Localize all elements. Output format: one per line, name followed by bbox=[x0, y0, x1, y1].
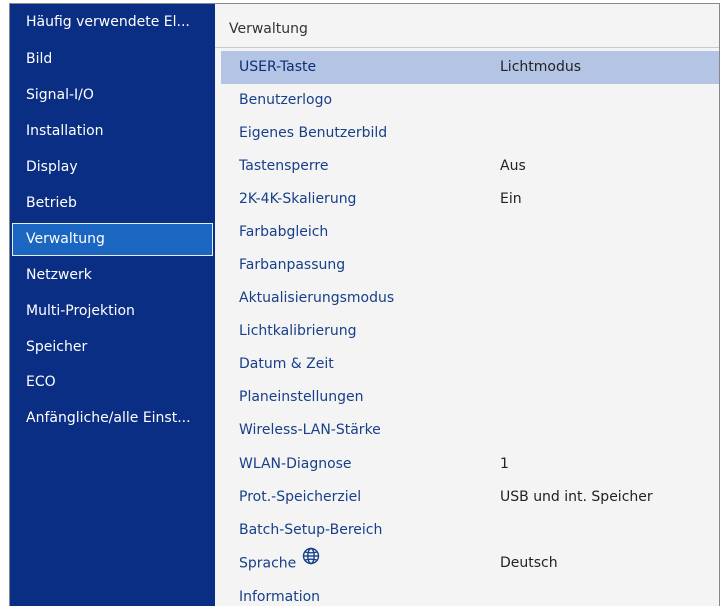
row-label: Aktualisierungsmodus bbox=[239, 290, 395, 306]
row-label: Planeinstellungen bbox=[239, 389, 364, 405]
page-title: Verwaltung bbox=[215, 4, 719, 48]
sidebar-item-speicher[interactable]: Speicher bbox=[12, 331, 213, 364]
globe-icon bbox=[302, 545, 320, 578]
row-label: Sprache bbox=[239, 555, 297, 572]
menu-row-tastensperre[interactable]: Tastensperre Aus bbox=[221, 150, 719, 183]
menu-row-2k-4k-skalierung[interactable]: 2K-4K-Skalierung Ein bbox=[221, 183, 719, 216]
menu-row-prot-speicherziel[interactable]: Prot.-Speicherziel USB und int. Speicher bbox=[221, 481, 719, 514]
main-panel: Verwaltung USER-Taste Lichtmodus Benutze… bbox=[215, 4, 719, 606]
row-label: Eigenes Benutzerbild bbox=[239, 125, 388, 141]
menu-row-batch-setup-bereich[interactable]: Batch-Setup-Bereich bbox=[221, 514, 719, 547]
menu-row-wlan-diagnose[interactable]: WLAN-Diagnose 1 bbox=[221, 448, 719, 481]
sidebar-item-multi-projektion[interactable]: Multi-Projektion bbox=[12, 295, 213, 328]
row-label: Wireless-LAN-Stärke bbox=[239, 422, 381, 438]
menu-row-farbanpassung[interactable]: Farbanpassung bbox=[221, 249, 719, 282]
menu-row-eigenes-benutzerbild[interactable]: Eigenes Benutzerbild bbox=[221, 117, 719, 150]
menu-row-information[interactable]: Information bbox=[221, 581, 719, 606]
sidebar-item-netzwerk[interactable]: Netzwerk bbox=[12, 259, 213, 292]
row-label: Batch-Setup-Bereich bbox=[239, 522, 383, 538]
menu-row-wireless-lan-staerke[interactable]: Wireless-LAN-Stärke bbox=[221, 414, 719, 447]
sidebar-item-anfaengliche-alle-einst[interactable]: Anfängliche/alle Einst... bbox=[12, 402, 213, 435]
row-label: Prot.-Speicherziel bbox=[239, 489, 362, 505]
menu-row-user-taste[interactable]: USER-Taste Lichtmodus bbox=[221, 51, 719, 84]
menu-row-aktualisierungsmodus[interactable]: Aktualisierungsmodus bbox=[221, 282, 719, 315]
menu-row-benutzerlogo[interactable]: Benutzerlogo bbox=[221, 84, 719, 117]
row-label: WLAN-Diagnose bbox=[239, 456, 352, 472]
menu-row-datum-zeit[interactable]: Datum & Zeit bbox=[221, 348, 719, 381]
row-label: Farbabgleich bbox=[239, 224, 329, 240]
row-value: Lichtmodus bbox=[500, 59, 582, 75]
row-label: Datum & Zeit bbox=[239, 356, 334, 372]
row-label: Farbanpassung bbox=[239, 257, 346, 273]
sidebar-item-bild[interactable]: Bild bbox=[12, 43, 213, 76]
row-value: USB und int. Speicher bbox=[500, 489, 653, 505]
row-label: Information bbox=[239, 589, 321, 605]
sidebar-item-installation[interactable]: Installation bbox=[12, 115, 213, 148]
menu-row-lichtkalibrierung[interactable]: Lichtkalibrierung bbox=[221, 315, 719, 348]
row-value: Deutsch bbox=[500, 555, 558, 571]
menu-window: Häufig verwendete El... Bild Signal-I/O … bbox=[9, 3, 720, 606]
row-label: Tastensperre bbox=[239, 158, 329, 174]
row-label: 2K-4K-Skalierung bbox=[239, 191, 357, 207]
sidebar-item-display[interactable]: Display bbox=[12, 151, 213, 184]
sidebar: Häufig verwendete El... Bild Signal-I/O … bbox=[10, 4, 215, 606]
sidebar-item-signal-io[interactable]: Signal-I/O bbox=[12, 79, 213, 112]
row-value: Aus bbox=[500, 158, 526, 174]
sidebar-item-eco[interactable]: ECO bbox=[12, 366, 213, 399]
row-label: USER-Taste bbox=[239, 59, 317, 75]
row-label: Lichtkalibrierung bbox=[239, 323, 357, 339]
row-value: Ein bbox=[500, 191, 522, 207]
menu-row-farbabgleich[interactable]: Farbabgleich bbox=[221, 216, 719, 249]
menu-row-planeinstellungen[interactable]: Planeinstellungen bbox=[221, 381, 719, 414]
sidebar-item-verwaltung[interactable]: Verwaltung bbox=[12, 223, 213, 256]
menu-row-sprache[interactable]: Sprache Deutsch bbox=[221, 547, 719, 580]
row-label: Benutzerlogo bbox=[239, 92, 333, 108]
row-label-wrap: Sprache bbox=[239, 547, 320, 581]
sidebar-item-haeufig-verwendete[interactable]: Häufig verwendete El... bbox=[12, 6, 213, 39]
sidebar-item-betrieb[interactable]: Betrieb bbox=[12, 187, 213, 220]
row-value: 1 bbox=[500, 456, 509, 472]
